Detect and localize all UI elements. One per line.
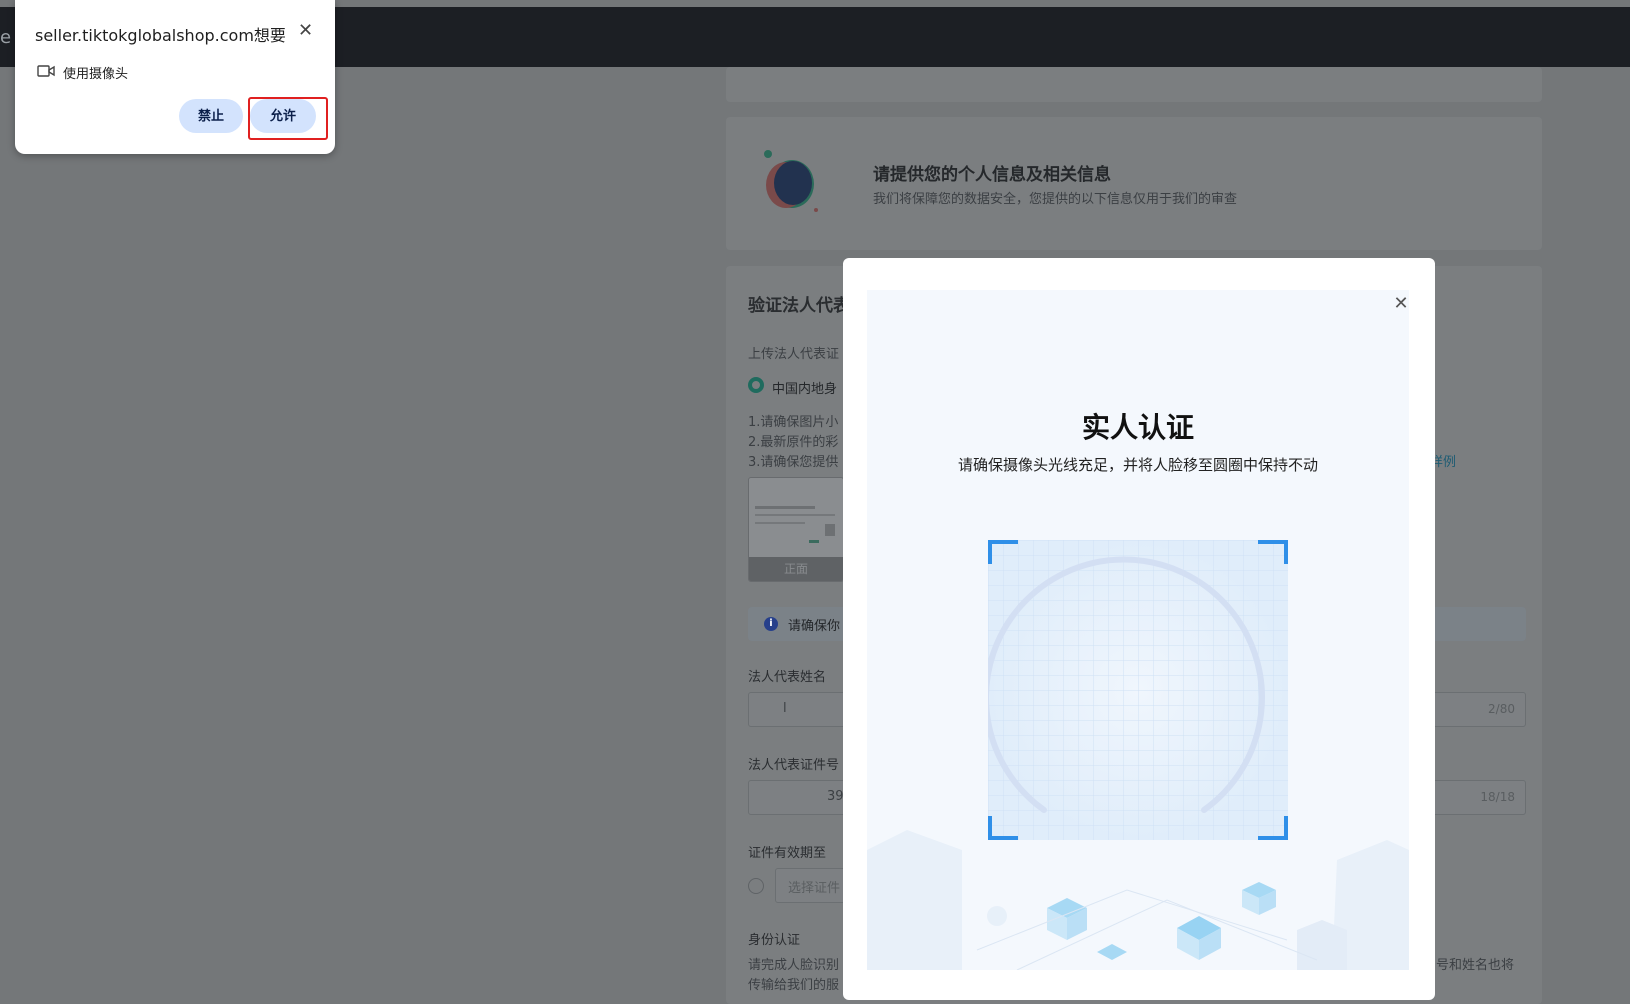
verify-section-title: 验证法人代表 [748, 296, 850, 316]
face-verification-panel: 实人认证 请确保摄像头光线充足，并将人脸移至圆圈中保持不动 [867, 290, 1409, 970]
info-icon: i [764, 617, 778, 631]
profile-card-subtitle: 我们将保障您的数据安全，您提供的以下信息仅用于我们的审查 [873, 192, 1238, 207]
info-alert-text: 请确保你 [788, 619, 841, 634]
legal-id-counter: 18/18 [1480, 790, 1515, 804]
permission-prompt-title: seller.tiktokglobalshop.com想要 [35, 26, 286, 45]
identity-text-line-2: 传输给我们的服 [748, 978, 840, 993]
id-type-option-label: 中国内地身 [772, 382, 838, 397]
city-decoration [867, 830, 1409, 970]
expiry-label: 证件有效期至 [748, 846, 827, 861]
face-verification-modal: 实人认证 请确保摄像头光线充足，并将人脸移至圆圈中保持不动 ✕ [843, 258, 1435, 1000]
head-illustration [764, 150, 818, 212]
modal-subtitle: 请确保摄像头光线充足，并将人脸移至圆圈中保持不动 [957, 456, 1318, 474]
modal-title: 实人认证 [1081, 411, 1194, 444]
id-thumbnail-image [755, 506, 835, 543]
legal-name-value: l [783, 701, 787, 716]
allow-button-highlight [248, 97, 328, 140]
id-thumbnail-label: 正面 [749, 557, 843, 581]
identity-text-right: 号和姓名也将 [1436, 958, 1515, 973]
upload-label: 上传法人代表证 [748, 347, 840, 362]
legal-name-label: 法人代表姓名 [748, 670, 827, 685]
top-bar-edge-text: e [0, 27, 12, 48]
legal-name-counter: 2/80 [1488, 702, 1515, 716]
expiry-radio[interactable] [748, 878, 764, 894]
camera-icon [37, 65, 55, 77]
legal-id-label: 法人代表证件号 [748, 758, 840, 773]
upload-rule-3: 3.请确保您提供 [748, 455, 839, 470]
id-type-radio[interactable] [748, 377, 764, 393]
profile-card [726, 117, 1542, 250]
legal-id-value: 39 [827, 789, 844, 804]
identity-text-line-1: 请完成人脸识别 [748, 958, 840, 973]
upload-rule-1: 1.请确保图片小 [748, 415, 839, 430]
id-front-thumbnail[interactable]: 正面 [748, 477, 844, 582]
profile-card-title: 请提供您的个人信息及相关信息 [873, 165, 1111, 185]
status-card [726, 67, 1542, 102]
expiry-placeholder: 选择证件 [788, 881, 841, 896]
identity-section-label: 身份认证 [748, 933, 801, 948]
deny-button[interactable]: 禁止 [179, 99, 243, 133]
modal-close-icon[interactable]: ✕ [1391, 294, 1411, 314]
upload-rule-2: 2.最新原件的彩 [748, 435, 839, 450]
permission-close-icon[interactable]: ✕ [298, 20, 313, 41]
permission-item-camera: 使用摄像头 [63, 67, 129, 82]
